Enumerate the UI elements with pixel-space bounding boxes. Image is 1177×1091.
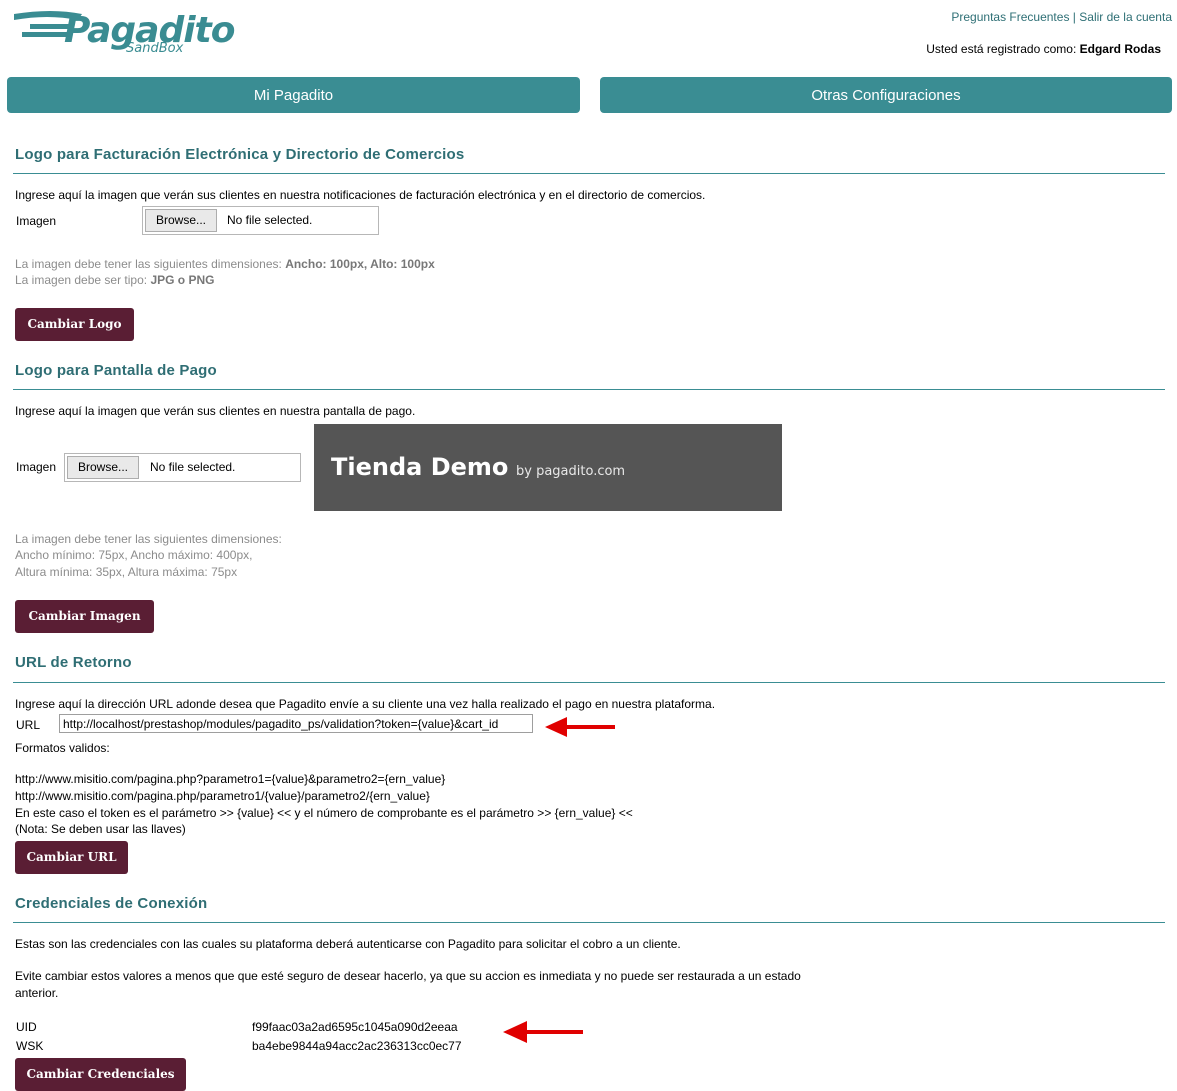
type-hint: La imagen debe ser tipo: JPG o PNG (15, 272, 214, 288)
image-label: Imagen (16, 214, 57, 228)
url-example: http://www.misitio.com/pagina.php?parame… (15, 772, 446, 786)
credenciales-warning: anterior. (15, 986, 59, 1000)
user-status: Usted está registrado como: Edgard Rodas (926, 42, 1161, 56)
logo-facturacion-description: Ingrese aquí la imagen que verán sus cli… (15, 188, 706, 202)
wsk-label: WSK (16, 1039, 44, 1053)
logo-subtitle: SandBox (126, 41, 184, 56)
dimension-hint: Ancho mínimo: 75px, Ancho máximo: 400px, (15, 548, 253, 562)
credenciales-description: Estas son las credenciales con las cuale… (15, 937, 681, 951)
section-divider (13, 389, 1165, 390)
dims-value: Ancho: 100px, Alto: 100px (285, 257, 435, 271)
section-title-url-retorno: URL de Retorno (15, 654, 132, 671)
browse-button[interactable]: Browse... (145, 209, 218, 232)
file-input-logo-pago[interactable]: Browse... No file selected. (64, 453, 301, 482)
dims-prefix: La imagen debe tener las siguientes dime… (15, 257, 282, 271)
url-input[interactable]: http://localhost/prestashop/modules/paga… (59, 714, 533, 733)
red-arrow-icon (545, 717, 615, 737)
uid-value: f99faac03a2ad6595c1045a090d2eeaa (252, 1020, 458, 1034)
cambiar-url-button[interactable]: Cambiar URL (15, 841, 128, 874)
no-file-text: No file selected. (150, 460, 236, 474)
section-title-logo-facturacion: Logo para Facturación Electrónica y Dire… (15, 146, 465, 163)
section-divider (13, 922, 1165, 923)
cambiar-logo-button[interactable]: Cambiar Logo (15, 308, 134, 341)
type-prefix: La imagen debe ser tipo: (15, 273, 148, 287)
cambiar-imagen-button[interactable]: Cambiar Imagen (15, 600, 154, 633)
registered-label: Usted está registrado como: (926, 42, 1077, 56)
file-input-logo-facturacion[interactable]: Browse... No file selected. (142, 206, 379, 235)
logout-link[interactable]: Salir de la cuenta (1079, 10, 1172, 24)
red-arrow-icon (503, 1021, 583, 1043)
faq-link[interactable]: Preguntas Frecuentes (951, 10, 1069, 24)
url-description: Ingrese aquí la dirección URL adonde des… (15, 697, 716, 711)
top-links: Preguntas Frecuentes | Salir de la cuent… (951, 10, 1172, 24)
tab-mi-pagadito[interactable]: Mi Pagadito (7, 77, 580, 113)
tab-otras-configuraciones[interactable]: Otras Configuraciones (600, 77, 1172, 113)
credenciales-warning: Evite cambiar estos valores a menos que … (15, 969, 801, 983)
user-name: Edgard Rodas (1079, 42, 1161, 56)
section-title-logo-pago: Logo para Pantalla de Pago (15, 362, 217, 379)
section-divider (13, 173, 1165, 174)
browse-button[interactable]: Browse... (67, 456, 140, 479)
wsk-value: ba4ebe9844a94acc2ac236313cc0ec77 (252, 1039, 462, 1053)
type-value: JPG o PNG (150, 273, 215, 287)
url-note: (Nota: Se deben usar las llaves) (15, 822, 186, 836)
url-example: http://www.misitio.com/pagina.php/parame… (15, 789, 430, 803)
link-separator: | (1072, 10, 1076, 24)
no-file-text: No file selected. (227, 213, 313, 227)
section-title-credenciales: Credenciales de Conexión (15, 895, 208, 912)
url-label: URL (16, 718, 41, 732)
dimension-hint: Altura mínima: 35px, Altura máxima: 75px (15, 565, 238, 579)
dimension-hint: La imagen debe tener las siguientes dime… (15, 532, 282, 546)
section-divider (13, 682, 1165, 683)
formats-label: Formatos validos: (15, 741, 110, 755)
preview-store-name: Tienda Demo (331, 453, 509, 481)
uid-label: UID (16, 1020, 37, 1034)
logo-pago-description: Ingrese aquí la imagen que verán sus cli… (15, 404, 416, 418)
dimension-hint: La imagen debe tener las siguientes dime… (15, 256, 435, 272)
preview-by-text: by pagadito.com (516, 464, 626, 479)
image-label: Imagen (16, 460, 57, 474)
cambiar-credenciales-button[interactable]: Cambiar Credenciales (15, 1058, 186, 1091)
url-note: En este caso el token es el parámetro >>… (15, 806, 633, 820)
